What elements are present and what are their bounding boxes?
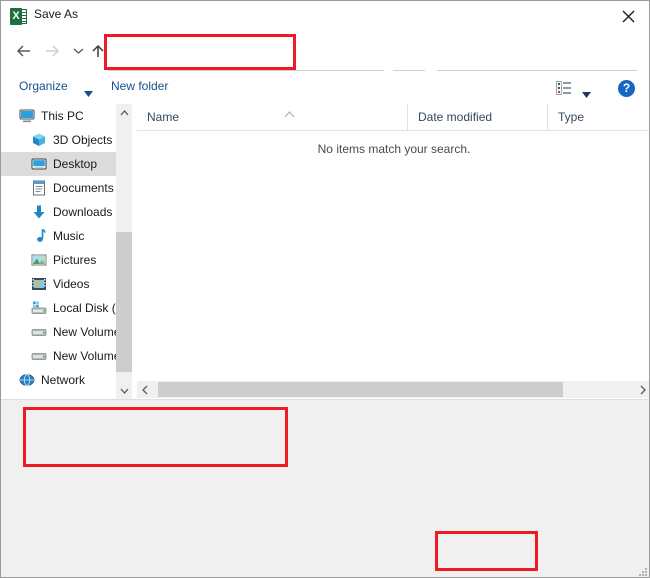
sidebar-item-music[interactable]: Music [1, 224, 132, 248]
excel-icon: X [10, 8, 27, 25]
title-bar: X Save As [1, 1, 649, 32]
documents-icon [31, 180, 47, 196]
hscroll-left-chevron-left-icon[interactable] [137, 381, 154, 398]
sidebar-item-videos[interactable]: Videos [1, 272, 132, 296]
sidebar-item-label: Documents [53, 181, 114, 195]
column-header-type[interactable]: Type [547, 104, 649, 130]
sidebar-item-label: Desktop [53, 157, 98, 171]
command-bar: Organize New folder ? [1, 71, 649, 105]
sidebar-item-label: 3D Objects [53, 133, 113, 147]
sidebar-item-label: Network [41, 373, 86, 387]
new-folder-button[interactable]: New folder [111, 79, 168, 93]
drive-icon [31, 324, 47, 340]
file-list-horizontal-scrollbar[interactable] [137, 381, 649, 398]
sidebar-item-network[interactable]: Network [1, 368, 132, 392]
sidebar-item-desktop[interactable]: Desktop [1, 152, 132, 176]
hscroll-right-chevron-right-icon[interactable] [634, 381, 649, 398]
file-list-column-headers: Name Date modified Type [137, 104, 649, 131]
help-button[interactable]: ? [618, 80, 635, 97]
up-arrow-icon[interactable] [87, 41, 109, 61]
empty-list-message: No items match your search. [317, 142, 471, 156]
sidebar-item-label: Pictures [53, 253, 97, 267]
this-pc-icon [19, 108, 35, 124]
drive-icon [31, 348, 47, 364]
view-layout-icon[interactable] [556, 81, 572, 95]
organize-caret-down-icon[interactable] [84, 84, 93, 102]
sidebar-item-label: Videos [53, 277, 90, 291]
forward-arrow-icon [41, 41, 63, 61]
sidebar-item-pictures[interactable]: Pictures [1, 248, 132, 272]
sidebar-item-new-volume[interactable]: New Volume ( [1, 320, 132, 344]
sort-caret-up-icon [284, 105, 295, 123]
downloads-icon [31, 204, 47, 220]
back-arrow-icon[interactable] [13, 41, 35, 61]
file-list-pane: Name Date modified Type No items match y… [137, 104, 649, 399]
save-form-area: File name: Save as type: An Excel File.x… [1, 399, 649, 577]
videos-icon [31, 276, 47, 292]
sidebar-item-downloads[interactable]: Downloads [1, 200, 132, 224]
sidebar-item-label: Downloads [53, 205, 113, 219]
navigation-sidebar: This PC 3D Objects Desktop Documents Downloa… [1, 104, 132, 399]
sidebar-item-label: Music [53, 229, 85, 243]
sidebar-item-label: This PC [41, 109, 84, 123]
network-icon [19, 372, 35, 388]
window-title: Save As [34, 7, 79, 21]
navigation-bar: « Desktop › javaTpoint [1, 31, 649, 93]
column-header-name[interactable]: Name [137, 104, 407, 130]
music-icon [31, 228, 47, 244]
view-caret-down-icon[interactable] [582, 85, 591, 103]
sidebar-item-this-pc[interactable]: This PC [1, 104, 132, 128]
sidebar-item-new-volume[interactable]: New Volume ( [1, 344, 132, 368]
column-header-date-modified[interactable]: Date modified [407, 104, 547, 130]
sidebar-item-documents[interactable]: Documents [1, 176, 132, 200]
local-disk-icon [31, 300, 47, 316]
desktop-icon [31, 156, 47, 172]
resize-grip[interactable] [638, 567, 648, 577]
save-as-dialog: X Save As Organize New folder ? This PC … [0, 0, 650, 578]
recent-locations-chevron-down-icon[interactable] [67, 41, 89, 61]
sidebar-scroll-up-chevron-up-icon[interactable] [116, 104, 132, 121]
3d-objects-icon [31, 132, 47, 148]
sidebar-scroll-down-chevron-down-icon[interactable] [116, 382, 132, 399]
sidebar-scrollbar[interactable] [116, 104, 132, 399]
sidebar-item-3d-objects[interactable]: 3D Objects [1, 128, 132, 152]
dialog-body: This PC 3D Objects Desktop Documents Downloa… [1, 104, 649, 399]
hscroll-thumb[interactable] [158, 382, 563, 397]
organize-button[interactable]: Organize [19, 79, 68, 93]
close-icon[interactable] [606, 1, 649, 31]
sidebar-item-local-disk-c[interactable]: Local Disk (C:) [1, 296, 132, 320]
sidebar-scrollbar-thumb[interactable] [116, 232, 132, 372]
pictures-icon [31, 252, 47, 268]
